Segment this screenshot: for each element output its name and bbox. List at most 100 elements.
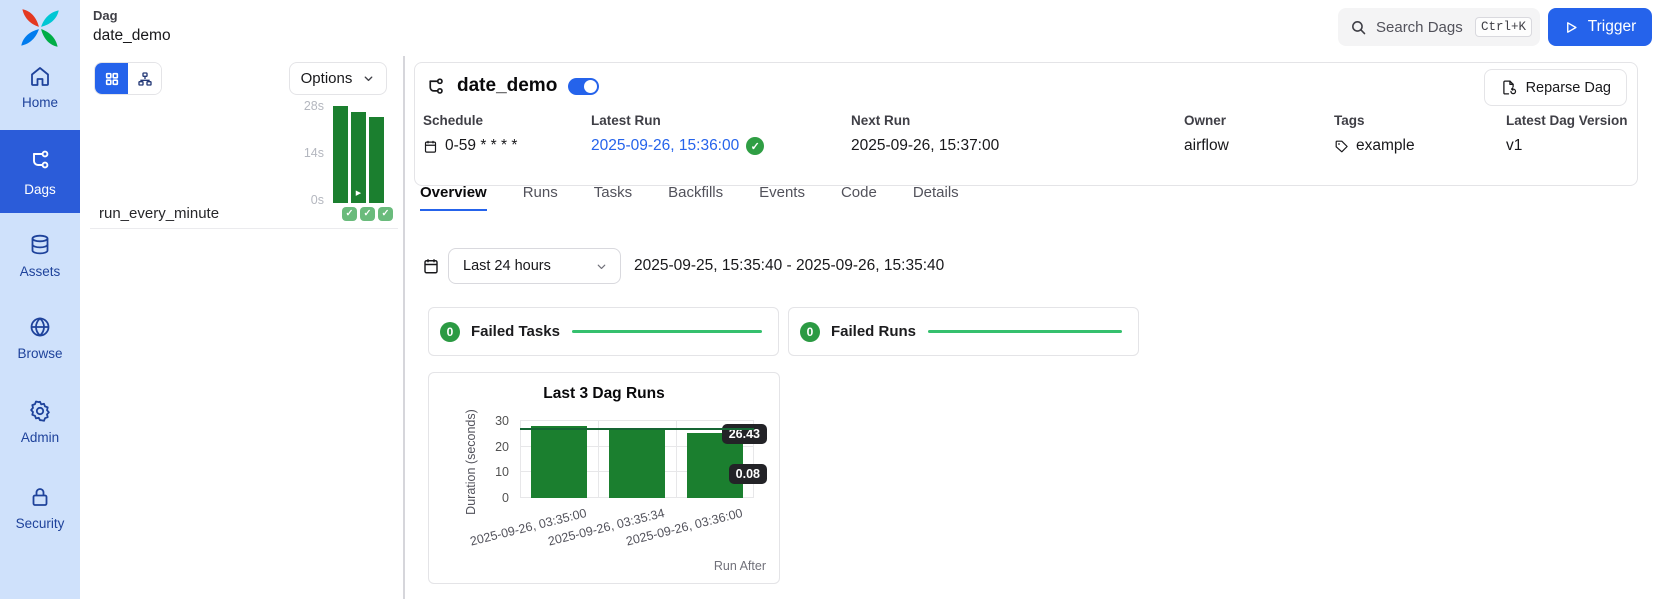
breadcrumb-section: Dag: [93, 8, 171, 23]
task-row[interactable]: run_every_minute ✓✓✓: [90, 205, 398, 222]
database-icon: [28, 233, 52, 257]
y-axis-ticks: 3020100: [487, 421, 515, 498]
calendar-icon: [422, 257, 440, 275]
search-dags-input[interactable]: [1376, 19, 1475, 36]
sidebar-item-dags[interactable]: Dags: [0, 130, 80, 213]
field-label: Latest Run: [591, 113, 764, 128]
play-marker-icon: ▶: [351, 190, 366, 198]
sidebar-item-assets[interactable]: Assets: [0, 233, 80, 279]
failed-tasks-count-badge: 0: [440, 322, 460, 342]
failed-runs-trend-line: [928, 330, 1122, 333]
search-dags-box[interactable]: Ctrl+K: [1338, 8, 1540, 46]
sidebar-item-security[interactable]: Security: [0, 485, 80, 531]
failed-tasks-card[interactable]: 0 Failed Tasks: [428, 307, 779, 356]
grid-run-bar-1[interactable]: [333, 106, 348, 203]
dag-icon: [425, 76, 446, 97]
bars: [520, 421, 754, 498]
x-axis-title: Run After: [714, 559, 766, 573]
time-range-text: 2025-09-25, 15:35:40 - 2025-09-26, 15:35…: [634, 257, 944, 275]
search-icon: [1350, 19, 1367, 36]
dag-runs-plot: Duration (seconds) 3020100 26.43 0.08 20…: [429, 373, 779, 583]
field-label: Latest Dag Version: [1506, 113, 1628, 128]
time-range-filter: Last 24 hours 2025-09-25, 15:35:40 - 202…: [422, 248, 944, 284]
sidebar-item-label: Admin: [21, 430, 59, 445]
duration-callout-badge: 26.43: [722, 424, 767, 444]
tab-events[interactable]: Events: [759, 184, 805, 211]
field-tags: Tags example: [1334, 113, 1415, 155]
tab-backfills[interactable]: Backfills: [668, 184, 723, 211]
mini-chart-tick: 14s: [304, 148, 324, 159]
breadcrumb-page-title: date_demo: [93, 27, 171, 45]
panel-divider[interactable]: [403, 56, 405, 599]
trigger-dag-button[interactable]: Trigger: [1548, 8, 1652, 46]
mini-chart-bars: ▶: [333, 106, 384, 203]
sidebar-item-label: Dags: [24, 182, 56, 197]
search-shortcut-kbd: Ctrl+K: [1475, 17, 1532, 37]
schedule-value: 0-59 * * * *: [445, 137, 517, 155]
dag-enabled-toggle[interactable]: [568, 78, 599, 95]
breadcrumb: Dag date_demo: [93, 8, 171, 45]
airflow-logo[interactable]: [18, 6, 62, 50]
task-instance-success-badge[interactable]: ✓: [360, 207, 375, 221]
dag-title: date_demo: [457, 75, 557, 97]
view-mode-toggle: [94, 62, 162, 95]
dag-run-bar-1[interactable]: [531, 426, 587, 498]
failed-runs-card[interactable]: 0 Failed Runs: [788, 307, 1139, 356]
sidebar-item-label: Assets: [20, 264, 61, 279]
chevron-down-icon: [362, 72, 375, 85]
field-next-run: Next Run 2025-09-26, 15:37:00: [851, 113, 999, 155]
last-3-dag-runs-card: Last 3 Dag Runs Duration (seconds) 30201…: [428, 372, 780, 584]
task-instance-success-badge[interactable]: ✓: [378, 207, 393, 221]
dag-run-bar-2[interactable]: [609, 430, 665, 498]
y-axis-title: Duration (seconds): [464, 397, 478, 527]
queued-duration-callout-badge: 0.08: [729, 464, 767, 484]
mini-chart-tick: 28s: [304, 101, 324, 112]
task-name[interactable]: run_every_minute: [90, 205, 219, 222]
tab-runs[interactable]: Runs: [523, 184, 558, 211]
tab-code[interactable]: Code: [841, 184, 877, 211]
success-check-icon: ✓: [746, 137, 764, 155]
dag-version-value: v1: [1506, 137, 1522, 155]
failed-runs-count-badge: 0: [800, 322, 820, 342]
grid-view-button[interactable]: [95, 63, 128, 94]
sidebar-item-home[interactable]: Home: [0, 64, 80, 110]
sidebar-item-browse[interactable]: Browse: [0, 315, 80, 361]
field-label: Tags: [1334, 113, 1415, 128]
mean-duration-line: [520, 428, 754, 430]
latest-run-link[interactable]: 2025-09-26, 15:36:00: [591, 137, 739, 155]
field-latest-dag-version: Latest Dag Version v1: [1506, 113, 1628, 155]
trigger-button-label: Trigger: [1588, 18, 1637, 36]
options-dropdown[interactable]: Options: [289, 62, 387, 95]
time-range-select[interactable]: Last 24 hours: [448, 248, 621, 284]
time-range-selected: Last 24 hours: [463, 258, 551, 274]
field-schedule: Schedule 0-59 * * * *: [423, 113, 517, 155]
tab-tasks[interactable]: Tasks: [594, 184, 632, 211]
failed-runs-label: Failed Runs: [831, 323, 916, 340]
field-label: Next Run: [851, 113, 999, 128]
field-label: Owner: [1184, 113, 1229, 128]
grid-run-bar-3[interactable]: [369, 117, 384, 203]
tag-icon: [1334, 139, 1349, 154]
task-instance-statuses: ✓✓✓: [342, 207, 398, 221]
tab-overview[interactable]: Overview: [420, 184, 487, 211]
gear-icon: [28, 399, 52, 423]
grid-run-bar-2[interactable]: ▶: [351, 112, 366, 203]
sidebar-item-admin[interactable]: Admin: [0, 399, 80, 445]
plot-area: 26.43 0.08: [520, 421, 754, 498]
sidebar-item-label: Security: [16, 516, 65, 531]
next-run-value: 2025-09-26, 15:37:00: [851, 137, 999, 155]
play-icon: [1564, 20, 1579, 35]
task-instance-success-badge[interactable]: ✓: [342, 207, 357, 221]
dag-header-card: date_demo Reparse Dag Schedule 0-59 * * …: [414, 62, 1638, 186]
tab-details[interactable]: Details: [913, 184, 959, 211]
task-row-divider: [90, 228, 398, 229]
tag-value[interactable]: example: [1356, 137, 1415, 155]
options-label: Options: [301, 70, 353, 87]
graph-view-button[interactable]: [128, 63, 161, 94]
reparse-dag-button[interactable]: Reparse Dag: [1484, 69, 1627, 106]
dag-tabs: Overview Runs Tasks Backfills Events Cod…: [420, 184, 959, 211]
sidebar-item-label: Home: [22, 95, 58, 110]
lock-icon: [28, 485, 52, 509]
grid-run-duration-chart: 28s14s0s ▶: [296, 106, 384, 206]
field-latest-run: Latest Run 2025-09-26, 15:36:00 ✓: [591, 113, 764, 155]
